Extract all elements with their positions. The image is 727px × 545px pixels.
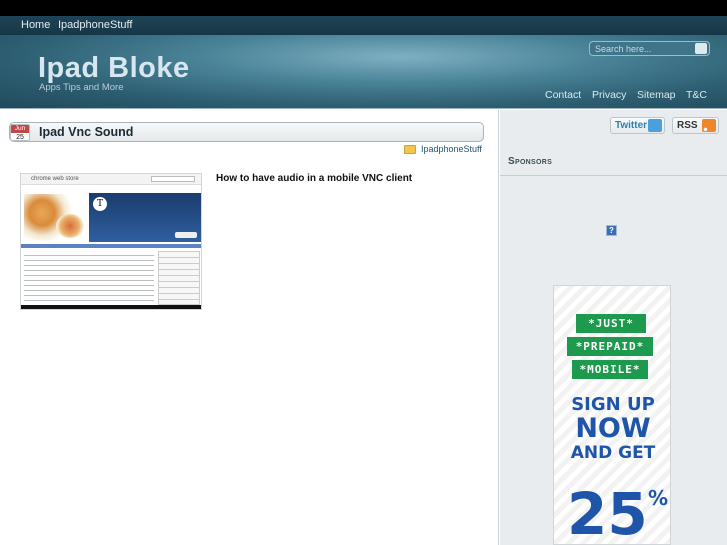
thumb-divider	[21, 244, 201, 248]
nav-item-ipadphonestuff[interactable]: IpadphoneStuff	[58, 19, 132, 31]
header-link-tandc[interactable]: T&C	[686, 89, 707, 101]
search-box	[589, 41, 710, 56]
sponsors-divider	[500, 175, 727, 176]
calendar-icon: Jun 25	[10, 124, 30, 141]
ad-tag-prepaid: *PREPAID*	[567, 337, 653, 356]
help-icon[interactable]: ?	[606, 225, 617, 236]
header-link-privacy[interactable]: Privacy	[592, 89, 626, 101]
post-title[interactable]: Ipad Vnc Sound	[39, 125, 133, 139]
search-icon[interactable]	[695, 43, 707, 54]
thumb-breadcrumb	[21, 186, 201, 192]
ad-tag-mobile: *MOBILE*	[572, 360, 648, 379]
post-date-day: 25	[16, 134, 24, 141]
nav-item-home[interactable]: Home	[21, 19, 50, 31]
ad-line-now: NOW	[575, 413, 651, 444]
site-tagline: Apps Tips and More	[39, 82, 124, 93]
twitter-icon	[648, 119, 662, 132]
thumb-install-button	[175, 232, 197, 238]
thumb-description-text	[24, 251, 154, 305]
ad-percent-value: 25	[567, 480, 648, 545]
ad-percent-sign: %	[648, 486, 669, 510]
thumb-details-box	[158, 251, 200, 305]
sponsors-heading: Sponsors	[508, 156, 553, 167]
thumb-app-icon: T	[93, 197, 107, 211]
rss-label: RSS	[677, 120, 698, 131]
post-thumbnail[interactable]: chrome web store T	[20, 173, 202, 310]
post-title-bar: Jun 25 Ipad Vnc Sound	[9, 122, 484, 142]
post-category-label[interactable]: IpadphoneStuff	[421, 144, 482, 154]
site-header: Ipad Bloke Apps Tips and More Contact Pr…	[0, 35, 727, 109]
rss-icon	[702, 119, 716, 132]
sponsor-ad-banner[interactable]: *JUST* *PREPAID* *MOBILE* SIGN UP NOW AN…	[553, 285, 671, 545]
site-logo[interactable]: Ipad Bloke	[38, 52, 190, 85]
search-input[interactable]	[595, 43, 690, 54]
thumb-search-box	[151, 176, 195, 182]
ad-line-and-get: AND GET	[570, 443, 656, 463]
top-nav: Home IpadphoneStuff	[0, 16, 727, 35]
thumb-app-banner: T	[89, 193, 201, 242]
rss-button[interactable]: RSS	[672, 117, 719, 134]
thumb-header: chrome web store	[21, 174, 201, 185]
thumb-taskbar	[21, 305, 201, 309]
post-date-month: Jun	[11, 125, 29, 133]
thumb-food-image-2	[56, 214, 84, 238]
top-black-bar	[0, 0, 727, 16]
header-link-contact[interactable]: Contact	[545, 89, 581, 101]
folder-icon	[404, 145, 416, 154]
ad-line-sign-up: SIGN UP	[571, 394, 655, 415]
post-heading[interactable]: How to have audio in a mobile VNC client	[216, 173, 412, 184]
twitter-label: Twitter	[615, 120, 648, 131]
thumb-store-name: chrome web store	[31, 176, 79, 182]
ad-tag-just: *JUST*	[576, 314, 646, 333]
twitter-button[interactable]: Twitter	[610, 117, 665, 134]
header-link-sitemap[interactable]: Sitemap	[637, 89, 676, 101]
